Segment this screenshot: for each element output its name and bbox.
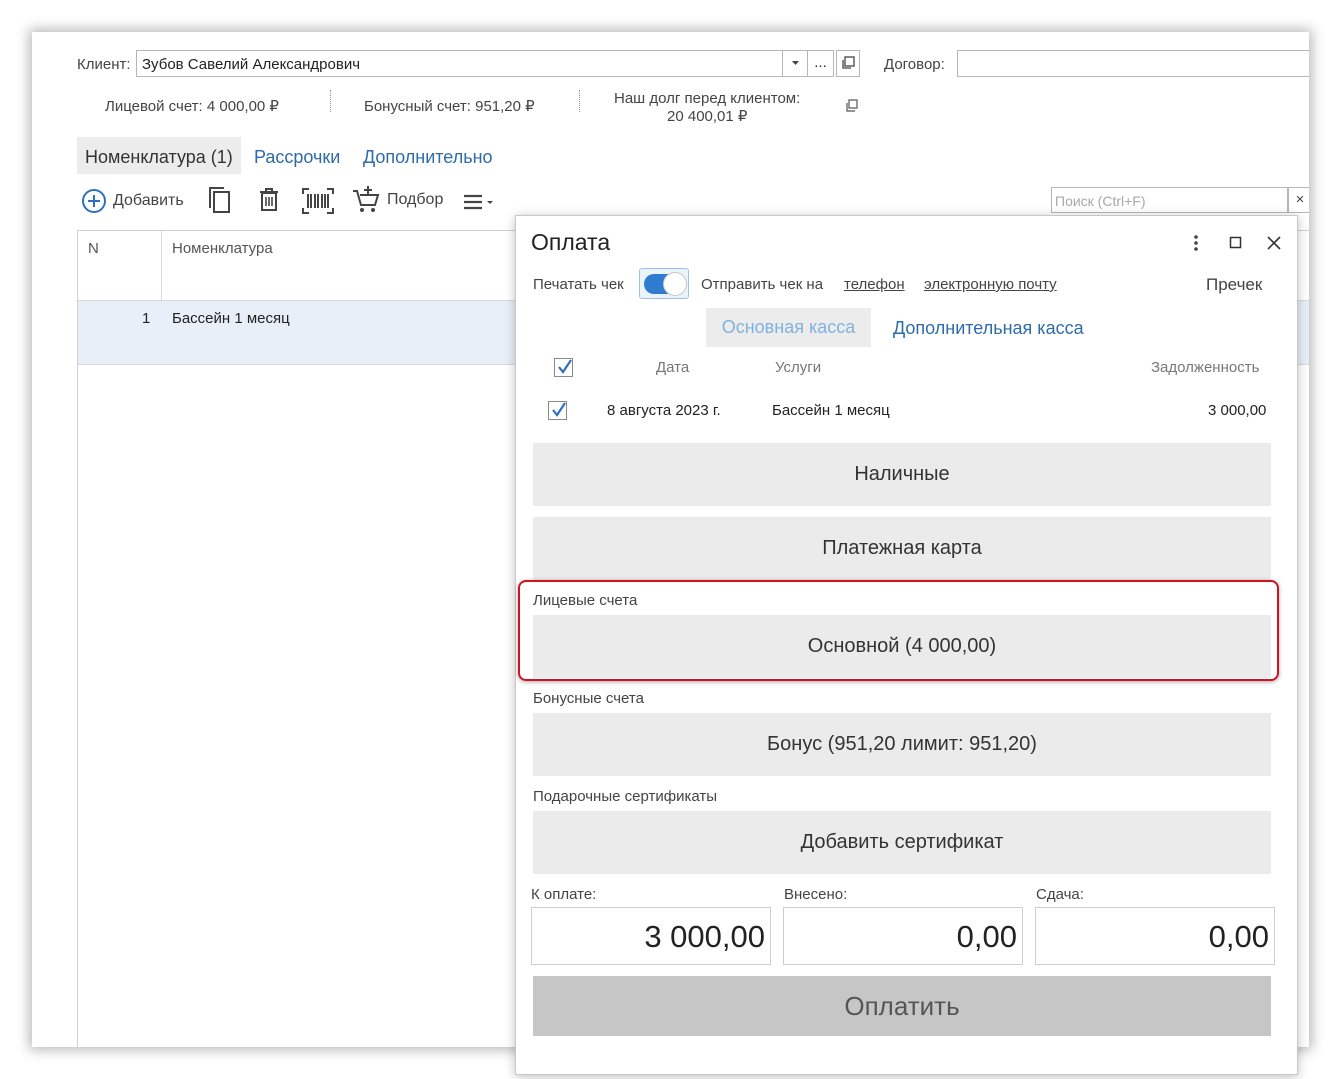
search-input[interactable]: Поиск (Ctrl+F): [1051, 187, 1288, 213]
tab-additional-kassa[interactable]: Дополнительная касса: [893, 318, 1084, 339]
contract-field[interactable]: [957, 50, 1309, 77]
highlight-frame: [518, 580, 1279, 681]
client-label: Клиент:: [77, 56, 131, 73]
service-date: 8 августа 2023 г.: [607, 402, 721, 419]
delete-button[interactable]: [256, 186, 282, 219]
cart-add-icon: [353, 186, 380, 212]
to-pay-field: 3 000,00: [531, 907, 771, 965]
column-header-services: Услуги: [775, 359, 822, 376]
more-menu-button[interactable]: [461, 192, 497, 219]
open-window-icon: [846, 99, 858, 112]
gift-certificates-label: Подарочные сертификаты: [533, 788, 718, 805]
precheck-button[interactable]: Пречек: [1206, 275, 1262, 295]
paid-field[interactable]: 0,00: [783, 907, 1023, 965]
bonus-accounts-label: Бонусные счета: [533, 690, 644, 707]
client-field[interactable]: Зубов Савелий Александрович: [136, 50, 812, 77]
menu-icon: [464, 194, 493, 210]
personal-account-info: Лицевой счет: 4 000,00 ₽: [105, 98, 279, 115]
maximize-button[interactable]: [1229, 236, 1243, 255]
column-header-nomenclature: Номенклатура: [172, 240, 273, 257]
send-receipt-label: Отправить чек на: [701, 276, 824, 293]
trash-icon: [260, 188, 278, 211]
client-select-button[interactable]: ...: [807, 50, 834, 77]
checkmark-icon: [558, 359, 572, 374]
change-label: Сдача:: [1036, 886, 1084, 903]
row-number: 1: [142, 310, 151, 327]
chevron-down-icon: [792, 61, 799, 65]
more-options-button[interactable]: [1189, 234, 1203, 257]
row-cut-text: н: [1308, 310, 1309, 327]
cash-button-label: Наличные: [854, 463, 950, 485]
send-phone-link[interactable]: телефон: [844, 276, 905, 293]
add-button[interactable]: Добавить: [81, 188, 184, 214]
copy-button[interactable]: [206, 186, 234, 221]
send-email-link[interactable]: электронную почту: [924, 276, 1057, 293]
change-field: 0,00: [1035, 907, 1275, 965]
add-button-label: Добавить: [113, 192, 184, 209]
vertical-dots-icon: [1194, 235, 1198, 251]
tab-installments[interactable]: Рассрочки: [254, 147, 340, 168]
add-certificate-label: Добавить сертификат: [800, 831, 1004, 853]
barcode-icon: [302, 188, 334, 214]
client-value: Зубов Савелий Александрович: [142, 56, 361, 73]
service-debt: 3 000,00: [1208, 402, 1267, 419]
debt-open-button[interactable]: [844, 98, 860, 114]
dialog-title: Оплата: [531, 229, 611, 255]
payment-dialog: Оплата Печатать чек Отправить чек на тел…: [515, 215, 1298, 1075]
bonus-account-info: Бонусный счет: 951,20 ₽: [364, 98, 535, 115]
row-name: Бассейн 1 месяц: [172, 310, 290, 327]
checkmark-icon: [552, 402, 566, 417]
close-button[interactable]: [1266, 235, 1282, 256]
barcode-button[interactable]: [301, 187, 335, 220]
select-all-checkbox[interactable]: [554, 358, 573, 377]
column-header-date: Дата: [656, 359, 690, 376]
add-certificate-button[interactable]: Добавить сертификат: [533, 811, 1271, 874]
service-name: Бассейн 1 месяц: [772, 402, 890, 419]
print-receipt-toggle[interactable]: [639, 268, 689, 299]
tab-nomenclature[interactable]: Номенклатура (1): [77, 137, 241, 174]
open-window-icon: [842, 56, 855, 69]
bonus-account-button[interactable]: Бонус (951,20 лимит: 951,20): [533, 713, 1271, 776]
client-open-button[interactable]: [836, 50, 860, 77]
toggle-knob: [663, 272, 687, 296]
pay-button-label: Оплатить: [844, 990, 960, 1021]
card-button[interactable]: Платежная карта: [533, 517, 1271, 580]
cash-button[interactable]: Наличные: [533, 443, 1271, 506]
divider: [579, 90, 580, 112]
tab-label: Основная касса: [721, 317, 856, 337]
maximize-icon: [1229, 236, 1242, 249]
bonus-account-label: Бонус (951,20 лимит: 951,20): [767, 733, 1037, 755]
column-header-n: N: [88, 240, 99, 257]
service-row-checkbox[interactable]: [548, 401, 567, 420]
pay-button[interactable]: Оплатить: [533, 976, 1271, 1036]
search-clear-button[interactable]: ×: [1288, 187, 1309, 213]
pick-button[interactable]: Подбор: [351, 185, 443, 215]
debt-label: Наш долг перед клиентом:: [614, 90, 801, 107]
search-placeholder: Поиск (Ctrl+F): [1055, 193, 1146, 209]
card-button-label: Платежная карта: [822, 537, 982, 559]
copy-icon: [209, 187, 230, 213]
to-pay-label: К оплате:: [531, 886, 597, 903]
plus-circle-icon: [82, 189, 106, 213]
contract-label: Договор:: [884, 56, 945, 73]
column-header-debt: Задолженность: [1151, 359, 1260, 376]
tab-main-kassa[interactable]: Основная касса: [706, 308, 871, 347]
print-receipt-label: Печатать чек: [533, 276, 624, 293]
pick-button-label: Подбор: [387, 191, 444, 208]
tab-additional[interactable]: Дополнительно: [363, 147, 493, 168]
divider: [330, 90, 331, 112]
debt-value: 20 400,01 ₽: [667, 108, 748, 125]
close-icon: [1267, 236, 1281, 250]
tab-label: Номенклатура (1): [85, 147, 233, 167]
client-dropdown-button[interactable]: [782, 50, 807, 77]
paid-label: Внесено:: [784, 886, 848, 903]
